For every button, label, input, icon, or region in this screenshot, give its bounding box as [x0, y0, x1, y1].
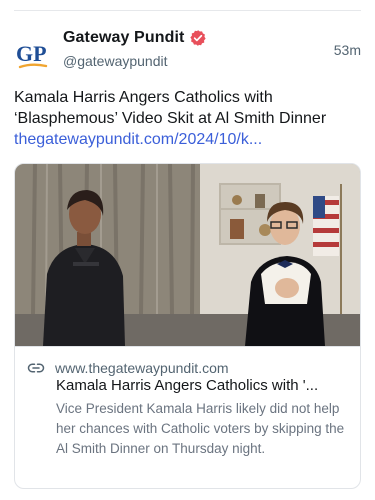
card-domain-row: www.thegatewaypundit.com [27, 359, 229, 377]
card-body[interactable]: www.thegatewaypundit.com Kamala Harris A… [15, 346, 360, 488]
card-title[interactable]: Kamala Harris Angers Catholics with '... [56, 377, 352, 394]
avatar[interactable]: GP [14, 34, 52, 72]
post-body: Kamala Harris Angers Catholics with ‘Bla… [14, 87, 361, 150]
link-icon [27, 359, 45, 377]
svg-text:GP: GP [16, 41, 47, 66]
name-row: Gateway Pundit [63, 26, 207, 50]
card-image[interactable] [15, 164, 360, 346]
video-still-image [15, 164, 360, 346]
card-domain: www.thegatewaypundit.com [55, 360, 229, 376]
post-text: Kamala Harris Angers Catholics with ‘Bla… [14, 89, 327, 127]
link-preview-card[interactable]: www.thegatewaypundit.com Kamala Harris A… [14, 163, 361, 489]
post-timestamp[interactable]: 53m [334, 42, 361, 58]
account-info[interactable]: Gateway Pundit @gatewaypundit [63, 26, 207, 69]
account-handle[interactable]: @gatewaypundit [63, 53, 207, 69]
display-name[interactable]: Gateway Pundit [63, 29, 184, 47]
post-link[interactable]: thegatewaypundit.com/2024/10/k... [14, 129, 361, 150]
gateway-pundit-logo-icon: GP [16, 41, 48, 69]
post-header: GP Gateway Pundit @gatewaypundit 53m [14, 26, 361, 76]
verified-badge-icon [189, 29, 207, 47]
card-description: Vice President Kamala Harris likely did … [56, 401, 345, 456]
top-divider [14, 10, 361, 11]
